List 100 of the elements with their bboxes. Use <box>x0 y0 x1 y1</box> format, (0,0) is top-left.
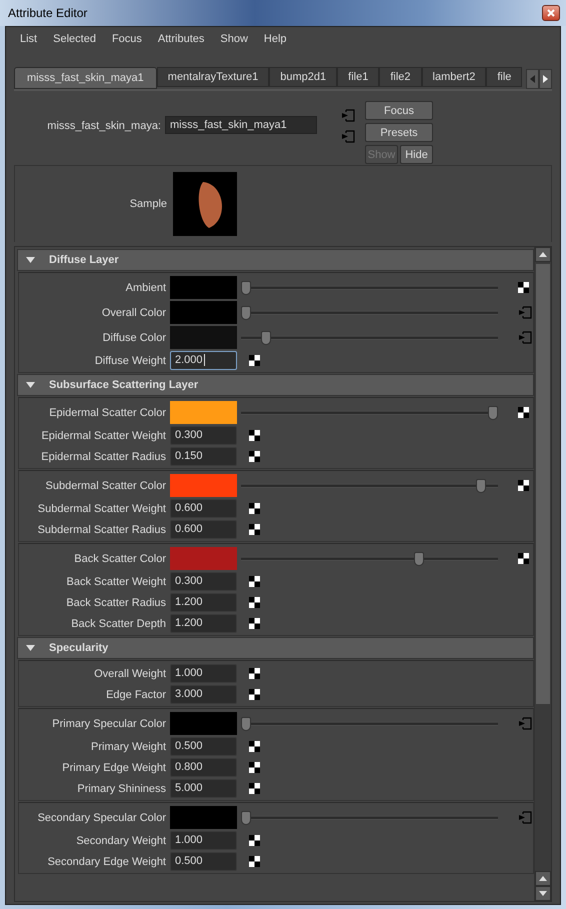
down-arrow-icon[interactable] <box>539 891 547 896</box>
input-connection-icon[interactable] <box>341 109 355 122</box>
number-field[interactable]: 5.000 <box>170 779 237 798</box>
connection-arrow-icon[interactable] <box>518 306 532 319</box>
attribute-label: Primary Specular Color <box>51 718 167 730</box>
section-header[interactable]: Specularity <box>17 637 534 659</box>
menu-item[interactable]: Selected <box>45 33 104 53</box>
toggle-button[interactable]: Hide <box>400 145 433 164</box>
color-swatch[interactable] <box>170 276 237 299</box>
checker-icon[interactable] <box>249 762 260 773</box>
editor-button[interactable]: Presets <box>365 123 433 142</box>
node-tab[interactable]: bump2d1 <box>269 67 338 87</box>
slider-thumb[interactable] <box>241 716 251 730</box>
section-header[interactable]: Subsurface Scattering Layer <box>17 374 534 396</box>
attribute-label: Primary Weight <box>90 740 167 752</box>
checker-icon[interactable] <box>518 553 529 564</box>
checker-icon[interactable] <box>249 741 260 752</box>
checker-icon[interactable] <box>249 783 260 794</box>
number-field[interactable]: 1.200 <box>170 593 237 612</box>
scroll-up-button[interactable] <box>535 871 551 886</box>
color-swatch[interactable] <box>170 806 237 829</box>
slider-thumb[interactable] <box>488 406 498 420</box>
checker-icon[interactable] <box>249 835 260 846</box>
number-field[interactable]: 0.500 <box>170 737 237 756</box>
slider-thumb[interactable] <box>241 306 251 320</box>
checker-icon[interactable] <box>249 668 260 679</box>
checker-icon[interactable] <box>518 407 529 418</box>
expand-triangle-icon[interactable] <box>26 382 35 388</box>
checker-icon[interactable] <box>249 451 260 462</box>
scroll-down-button[interactable] <box>535 886 551 901</box>
up-arrow-icon[interactable] <box>539 876 547 881</box>
color-swatch[interactable] <box>170 547 237 570</box>
menu-item[interactable]: Attributes <box>150 33 212 53</box>
menu-item[interactable]: Focus <box>104 33 150 53</box>
checker-icon[interactable] <box>249 524 260 535</box>
node-tab[interactable]: file2 <box>379 67 422 87</box>
number-field[interactable]: 1.000 <box>170 831 237 850</box>
number-field[interactable]: 0.500 <box>170 852 237 871</box>
slider-thumb[interactable] <box>241 280 251 294</box>
node-tab[interactable]: mentalrayTexture1 <box>156 67 270 87</box>
attribute-label: Diffuse Color <box>102 332 167 344</box>
slider-thumb[interactable] <box>414 552 424 566</box>
number-field[interactable]: 0.800 <box>170 758 237 777</box>
number-field[interactable]: 3.000 <box>170 685 237 704</box>
checker-icon[interactable] <box>249 576 260 587</box>
scroll-right-button[interactable] <box>539 69 552 89</box>
node-tab[interactable]: file1 <box>337 67 380 87</box>
menu-item[interactable]: Help <box>256 33 295 53</box>
checker-icon[interactable] <box>249 689 260 700</box>
color-swatch[interactable] <box>170 326 237 349</box>
checker-icon[interactable] <box>249 430 260 441</box>
number-field[interactable]: 1.200 <box>170 614 237 633</box>
close-button[interactable] <box>542 5 560 21</box>
close-icon[interactable] <box>547 9 555 17</box>
expand-triangle-icon[interactable] <box>26 645 35 651</box>
node-tab[interactable]: file <box>486 67 522 87</box>
node-name-field[interactable]: misss_fast_skin_maya1 <box>165 116 317 134</box>
connection-arrow-icon[interactable] <box>518 331 532 344</box>
connection-arrow-icon[interactable] <box>518 811 532 824</box>
slider-thumb[interactable] <box>241 810 251 824</box>
number-field[interactable]: 2.000 <box>170 351 237 370</box>
checker-icon[interactable] <box>249 503 260 514</box>
expand-triangle-icon[interactable] <box>26 257 35 263</box>
output-connection-icon[interactable] <box>341 130 355 143</box>
section-header[interactable]: Diffuse Layer <box>17 249 534 271</box>
scroll-up-button[interactable] <box>535 247 551 262</box>
checker-icon[interactable] <box>249 856 260 867</box>
number-field[interactable]: 0.600 <box>170 520 237 539</box>
number-field[interactable]: 0.300 <box>170 426 237 445</box>
attribute-label: Epidermal Scatter Color <box>48 406 167 418</box>
menu-item[interactable]: Show <box>212 33 256 53</box>
menu-item[interactable]: List <box>12 33 46 53</box>
color-swatch[interactable] <box>170 401 237 424</box>
node-tab[interactable]: misss_fast_skin_maya1 <box>14 67 157 89</box>
checker-icon[interactable] <box>249 597 260 608</box>
checker-icon[interactable] <box>518 480 529 491</box>
color-swatch[interactable] <box>170 712 237 735</box>
slider-thumb[interactable] <box>476 478 486 492</box>
left-arrow-icon[interactable] <box>530 75 536 83</box>
node-tab[interactable]: lambert2 <box>422 67 486 87</box>
color-swatch[interactable] <box>170 474 237 497</box>
checker-icon[interactable] <box>249 618 260 629</box>
attribute-label: Subdermal Scatter Color <box>44 480 167 492</box>
number-field[interactable]: 0.150 <box>170 447 237 466</box>
number-field[interactable]: 1.000 <box>170 664 237 683</box>
right-arrow-icon[interactable] <box>543 75 548 83</box>
checker-icon[interactable] <box>518 282 529 293</box>
color-swatch[interactable] <box>170 301 237 324</box>
number-field[interactable]: 0.600 <box>170 499 237 518</box>
up-arrow-icon[interactable] <box>539 252 547 257</box>
scrollbar-thumb[interactable] <box>536 264 550 704</box>
attribute-label: Primary Shininess <box>76 782 167 794</box>
attribute-label: Secondary Weight <box>75 834 167 846</box>
slider-thumb[interactable] <box>260 330 271 344</box>
editor-button[interactable]: Focus <box>365 101 433 120</box>
number-field[interactable]: 0.300 <box>170 572 237 591</box>
attribute-label: Edge Factor <box>105 688 167 700</box>
checker-icon[interactable] <box>249 355 260 366</box>
connection-arrow-icon[interactable] <box>518 717 532 730</box>
attribute-label: Overall Color <box>100 306 167 318</box>
